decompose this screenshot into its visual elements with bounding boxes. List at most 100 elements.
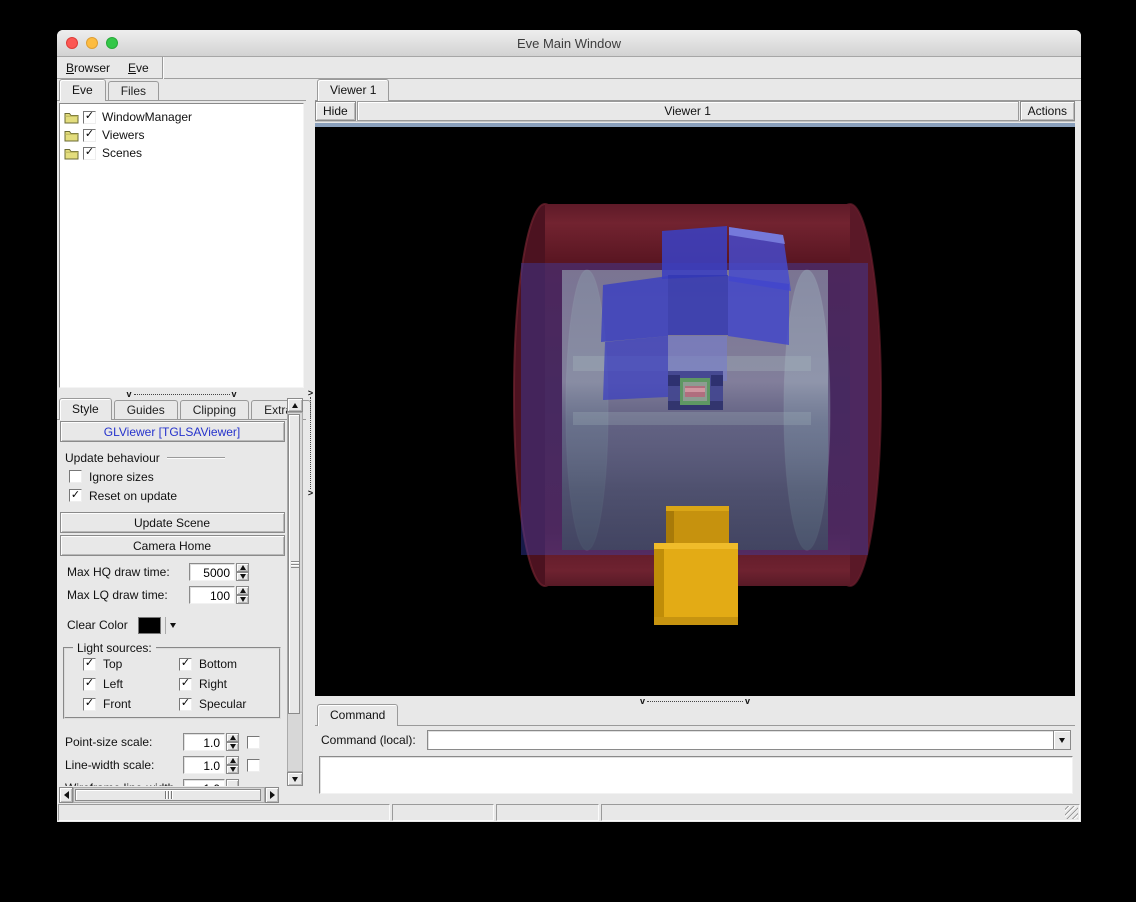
command-output[interactable] (319, 756, 1073, 794)
chevron-right-icon: > (308, 490, 313, 496)
max-lq-draw-time-input[interactable] (189, 586, 235, 604)
clear-color-row: Clear Color (67, 615, 285, 635)
camera-home-button[interactable]: Camera Home (60, 535, 285, 556)
style-pane-hscrollbar[interactable] (59, 787, 279, 803)
clear-color-swatch[interactable] (138, 617, 161, 634)
zoom-icon[interactable] (106, 37, 118, 49)
reset-on-update-checkbox[interactable] (69, 489, 82, 502)
tab-viewer-1[interactable]: Viewer 1 (317, 79, 389, 101)
point-size-scale-input[interactable] (183, 733, 225, 751)
spin-up-icon[interactable] (226, 733, 239, 742)
viewer-panel: Viewer 1 Hide Viewer 1 Actions (315, 79, 1081, 803)
title-bar[interactable]: Eve Main Window (57, 30, 1081, 57)
sidebar-splitter[interactable]: v v (57, 390, 306, 398)
actions-button[interactable]: Actions (1020, 101, 1075, 121)
command-combobox[interactable] (427, 730, 1071, 750)
tree-checkbox[interactable] (83, 147, 96, 160)
light-top[interactable]: Top (83, 657, 179, 671)
scroll-down-icon[interactable] (287, 772, 303, 786)
style-tabs: Style Guides Clipping Extras (57, 398, 306, 420)
tab-command[interactable]: Command (317, 704, 398, 726)
tab-guides[interactable]: Guides (114, 400, 178, 419)
spin-down-icon[interactable] (226, 765, 239, 774)
line-width-scale-input[interactable] (183, 756, 225, 774)
light-bottom[interactable]: Bottom (179, 657, 275, 671)
light-sources-group: Light sources: Top Bottom Left Right Fro… (63, 647, 281, 719)
max-hq-draw-time-input[interactable] (189, 563, 235, 581)
spin-up-icon[interactable] (236, 586, 249, 595)
tree-item-viewers[interactable]: Viewers (62, 126, 301, 144)
status-segment-3 (496, 804, 599, 821)
max-lq-draw-time-row: Max LQ draw time: (67, 585, 285, 605)
command-tabs: Command (315, 704, 1075, 726)
option-ignore-sizes[interactable]: Ignore sizes (69, 469, 285, 484)
light-left[interactable]: Left (83, 677, 179, 691)
panel-splitter[interactable]: > > (306, 390, 315, 496)
max-hq-draw-time-row: Max HQ draw time: (67, 562, 285, 582)
line-width-scale-row: Line-width scale: (65, 755, 285, 775)
spin-up-icon[interactable] (226, 756, 239, 765)
scroll-up-icon[interactable] (287, 398, 303, 412)
update-scene-button[interactable]: Update Scene (60, 512, 285, 533)
scroll-right-icon[interactable] (265, 787, 279, 803)
light-sources-title: Light sources: (73, 641, 156, 655)
chevron-down-icon: v (232, 391, 237, 397)
chevron-down-icon (170, 623, 176, 628)
command-label: Command (local): (321, 733, 416, 747)
update-behaviour-heading: Update behaviour (65, 451, 285, 465)
spin-up-icon[interactable] (226, 779, 239, 786)
light-specular[interactable]: Specular (179, 697, 275, 711)
hscrollbar-track[interactable] (73, 787, 265, 803)
chevron-right-icon: > (308, 390, 313, 396)
point-size-checkbox[interactable] (247, 736, 260, 749)
eve-main-window: Eve Main Window Browser Eve Eve Files Wi… (57, 30, 1081, 822)
glviewer-button[interactable]: GLViewer [TGLSAViewer] (60, 421, 285, 442)
light-front[interactable]: Front (83, 697, 179, 711)
tree-item-windowmanager[interactable]: WindowManager (62, 108, 301, 126)
option-reset-on-update[interactable]: Reset on update (69, 488, 285, 503)
viewer-title: Viewer 1 (357, 101, 1019, 121)
status-segment-4 (601, 804, 1080, 821)
tab-clipping[interactable]: Clipping (180, 400, 249, 419)
ignore-sizes-checkbox[interactable] (69, 470, 82, 483)
scene-tree: WindowManager Viewers Scenes (59, 103, 304, 388)
combo-dropdown-button[interactable] (1053, 731, 1070, 749)
tree-item-scenes[interactable]: Scenes (62, 144, 301, 162)
tree-checkbox[interactable] (83, 111, 96, 124)
gl-viewport[interactable] (315, 123, 1075, 696)
viewer-toolbar: Hide Viewer 1 Actions (315, 101, 1075, 122)
spin-down-icon[interactable] (236, 572, 249, 581)
spin-down-icon[interactable] (236, 595, 249, 604)
line-width-checkbox[interactable] (247, 759, 260, 772)
scrollbar-thumb[interactable] (288, 414, 300, 714)
sidebar-tabs: Eve Files (57, 79, 306, 101)
light-right[interactable]: Right (179, 677, 275, 691)
status-bar (57, 803, 1081, 822)
scroll-left-icon[interactable] (59, 787, 73, 803)
spin-up-icon[interactable] (236, 563, 249, 572)
command-input[interactable] (428, 731, 1053, 749)
hscrollbar-thumb[interactable] (75, 789, 261, 801)
tree-checkbox[interactable] (83, 129, 96, 142)
tab-files[interactable]: Files (108, 81, 159, 100)
minimize-icon[interactable] (86, 37, 98, 49)
tree-item-label[interactable]: WindowManager (102, 110, 192, 124)
menu-browser[interactable]: Browser (57, 59, 119, 77)
menu-eve[interactable]: Eve (119, 59, 158, 77)
resize-grip-icon[interactable] (1065, 806, 1078, 819)
detector-scene (315, 123, 1075, 696)
status-segment-1 (58, 804, 390, 821)
viewer-tabs: Viewer 1 (315, 79, 1081, 101)
clear-color-dropdown[interactable] (165, 617, 180, 634)
wireframe-line-width-input[interactable] (183, 779, 225, 786)
close-icon[interactable] (66, 37, 78, 49)
tab-eve[interactable]: Eve (59, 79, 106, 101)
tab-style[interactable]: Style (59, 398, 112, 420)
hide-button[interactable]: Hide (315, 101, 356, 121)
tree-item-label[interactable]: Scenes (102, 146, 142, 160)
style-pane-scrollbar[interactable] (287, 398, 303, 786)
command-pane: Command Command (local): (315, 704, 1075, 803)
style-pane-body: GLViewer [TGLSAViewer] Update behaviour … (57, 420, 287, 786)
spin-down-icon[interactable] (226, 742, 239, 751)
tree-item-label[interactable]: Viewers (102, 128, 144, 142)
